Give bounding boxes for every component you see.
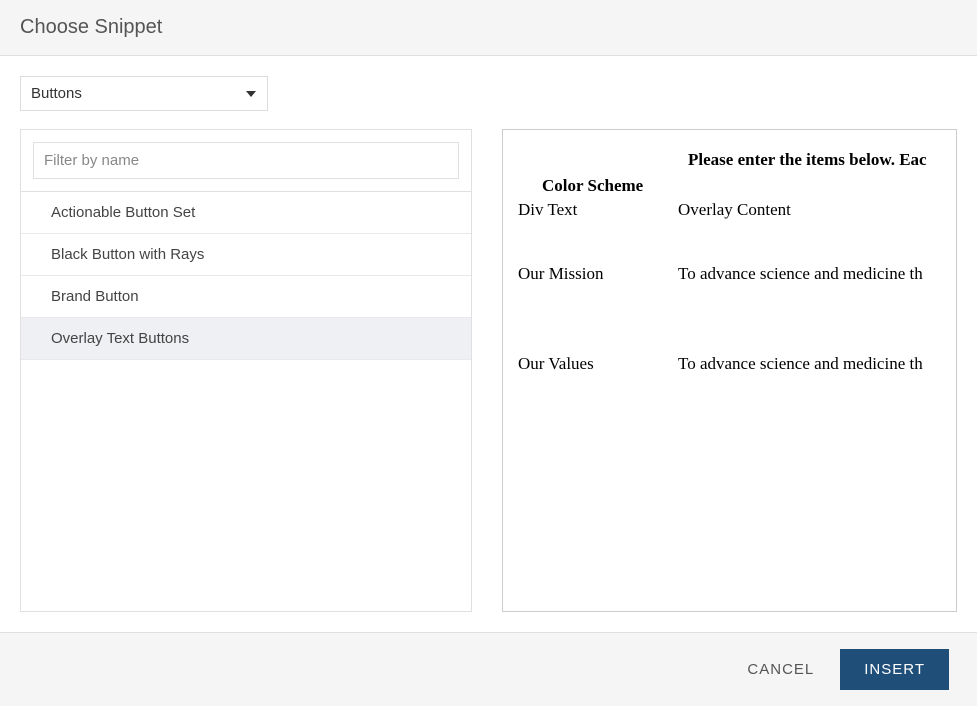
preview-panel[interactable]: Please enter the items below. Eac Color … — [502, 129, 957, 612]
preview-col-header: Color Scheme — [518, 176, 678, 196]
preview-header-row: Color Scheme — [518, 176, 957, 196]
category-select[interactable]: Buttons — [20, 76, 268, 111]
preview-row-label: Our Values — [518, 354, 678, 374]
snippet-list: Actionable Button Set Black Button with … — [21, 191, 471, 360]
preview-row-value: Overlay Content — [678, 200, 791, 220]
dialog-header: Choose Snippet — [0, 0, 977, 56]
preview-row-label: Our Mission — [518, 264, 678, 284]
filter-input[interactable] — [33, 142, 459, 179]
category-select-wrap[interactable]: Buttons — [20, 76, 268, 111]
insert-button[interactable]: INSERT — [840, 649, 949, 690]
filter-wrap — [21, 130, 471, 191]
preview-row: Our Mission To advance science and medic… — [518, 264, 957, 284]
preview-row: Div Text Overlay Content — [518, 200, 957, 220]
preview-row: Our Values To advance science and medici… — [518, 354, 957, 374]
columns: Actionable Button Set Black Button with … — [20, 129, 957, 612]
preview-row-value: To advance science and medicine th — [678, 264, 923, 284]
preview-content: Please enter the items below. Eac Color … — [503, 130, 957, 458]
list-item[interactable]: Overlay Text Buttons — [21, 318, 471, 360]
snippet-list-panel: Actionable Button Set Black Button with … — [20, 129, 472, 612]
list-item[interactable]: Brand Button — [21, 276, 471, 318]
list-item[interactable]: Actionable Button Set — [21, 192, 471, 234]
list-item[interactable]: Black Button with Rays — [21, 234, 471, 276]
dialog-body: Buttons Actionable Button Set Black Butt… — [0, 56, 977, 632]
dialog-title: Choose Snippet — [20, 16, 957, 39]
cancel-button[interactable]: CANCEL — [743, 653, 818, 686]
preview-row-value: To advance science and medicine th — [678, 354, 923, 374]
preview-row-label: Div Text — [518, 200, 678, 220]
dialog-footer: CANCEL INSERT — [0, 632, 977, 706]
preview-heading: Please enter the items below. Eac — [518, 150, 957, 170]
